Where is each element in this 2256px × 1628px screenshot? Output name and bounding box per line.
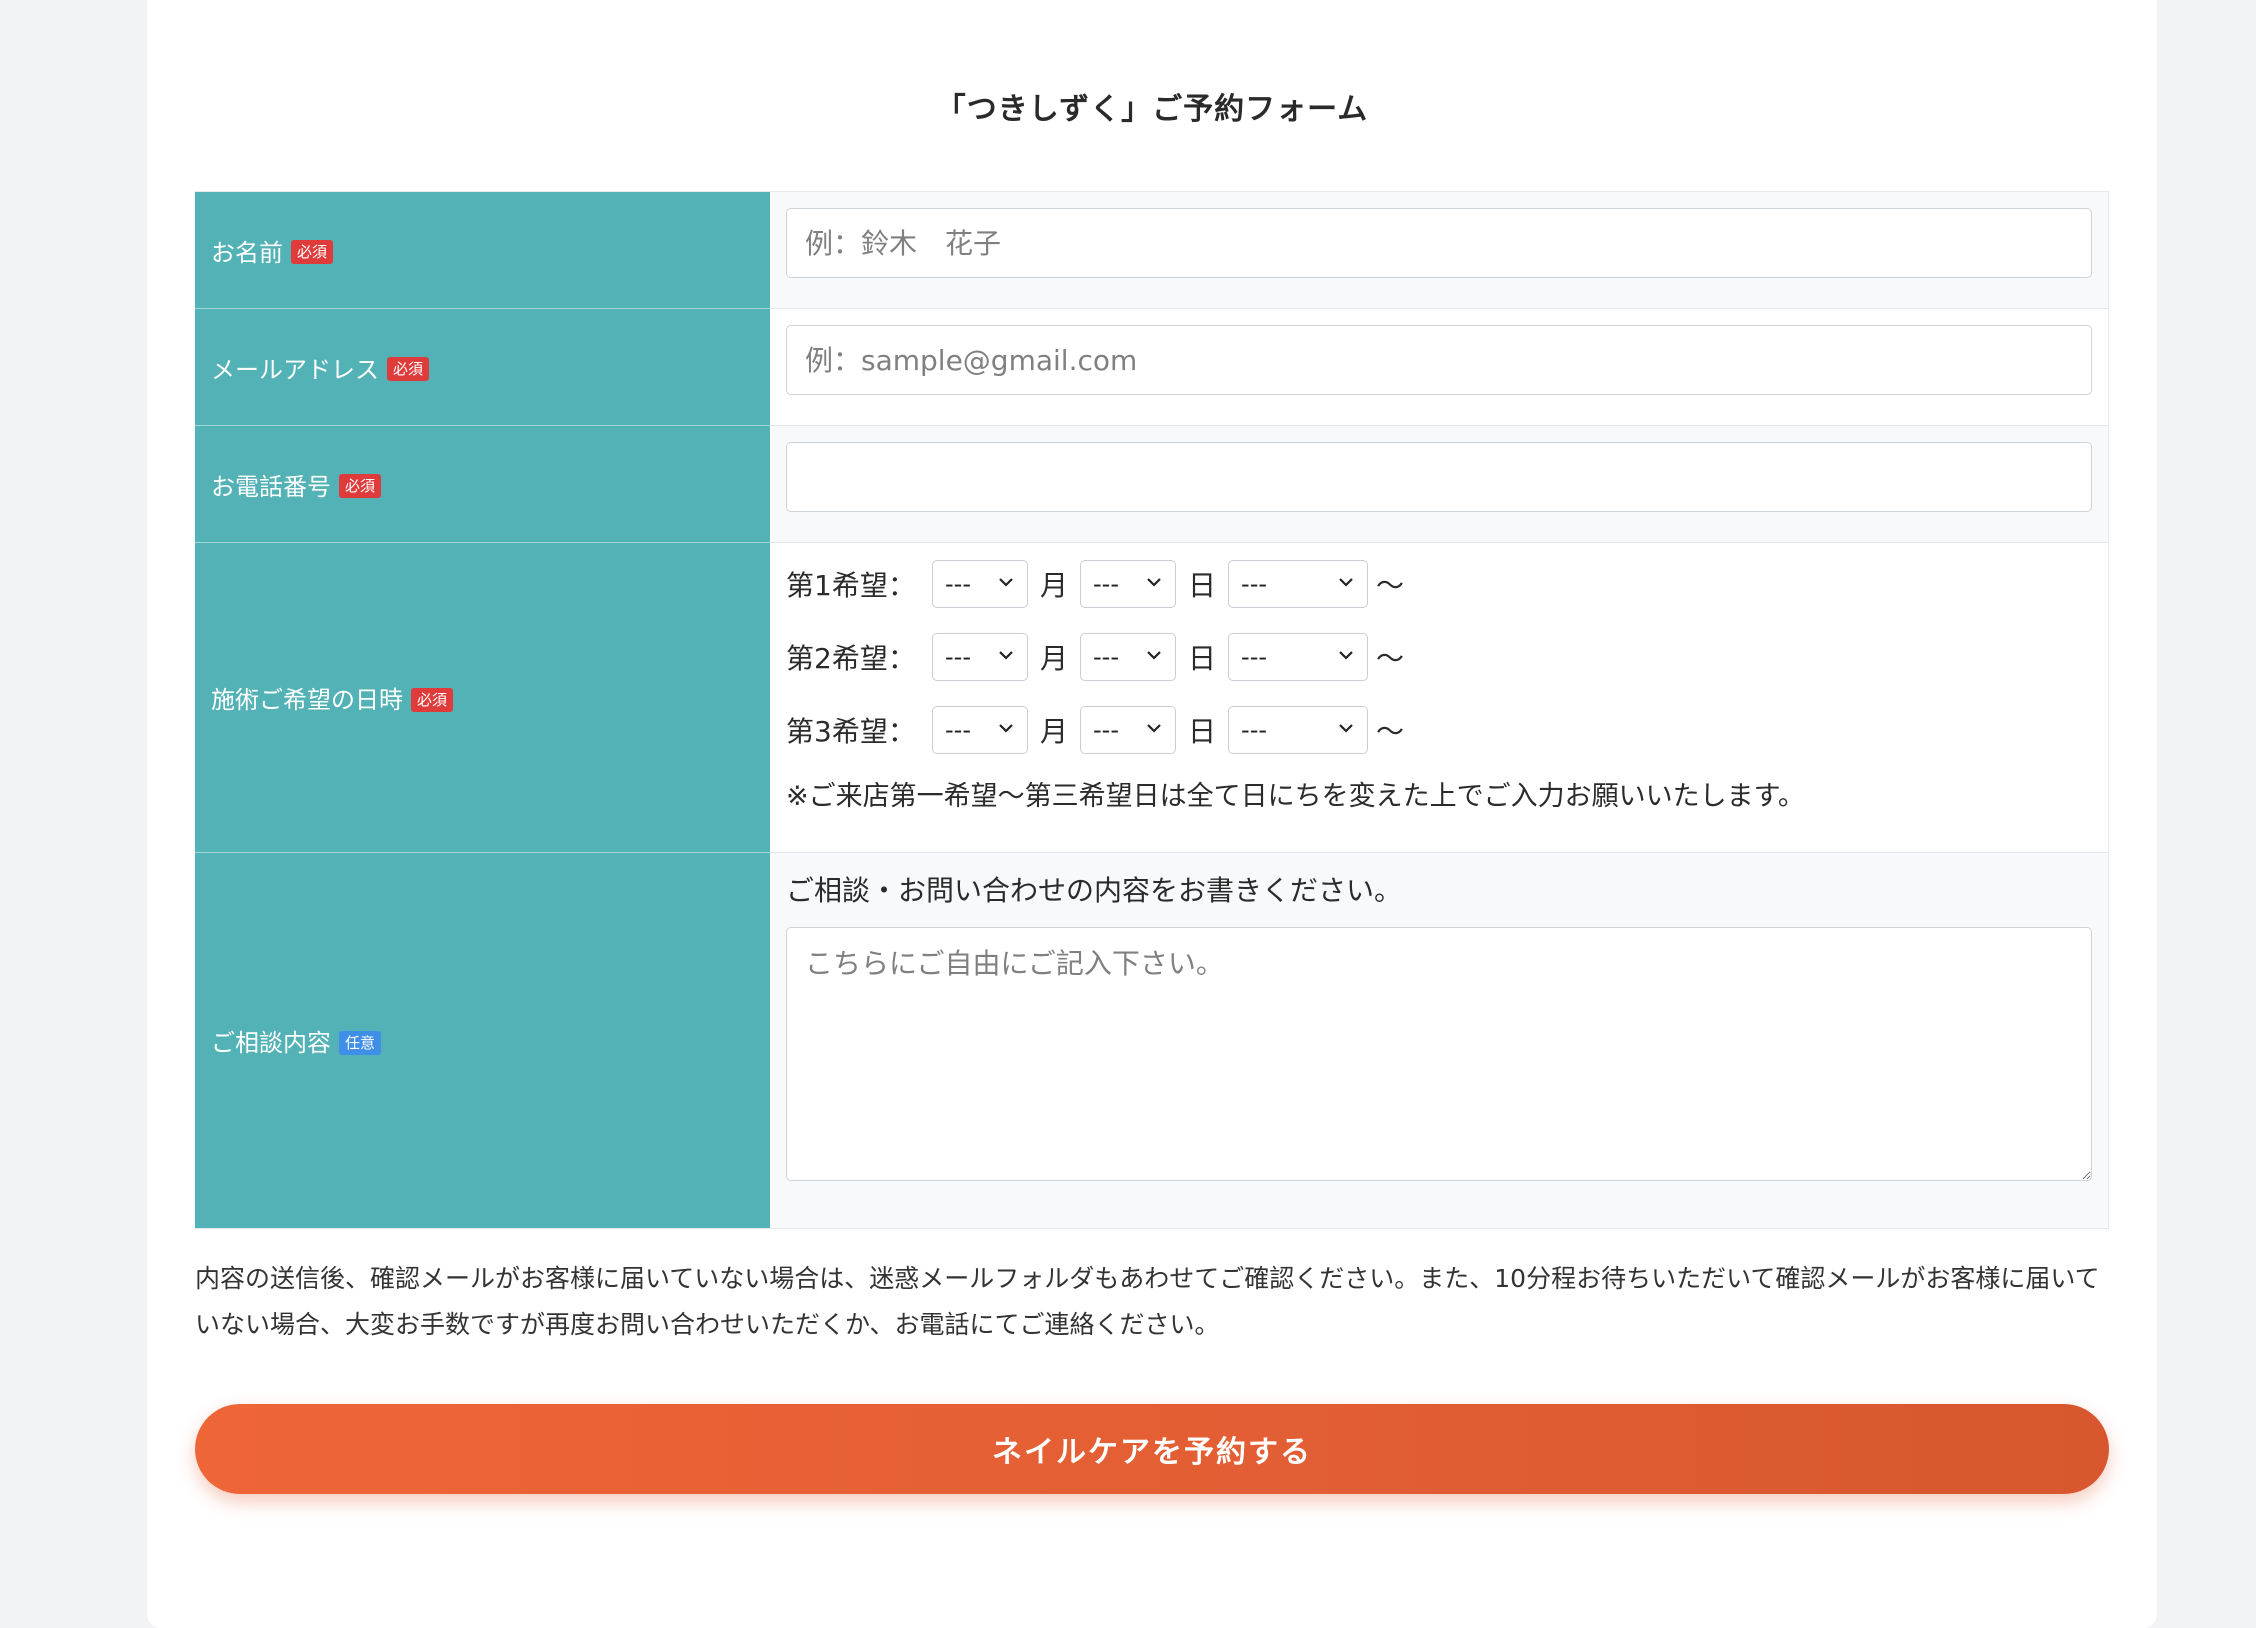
preference-2-day-select[interactable]: --- bbox=[1080, 633, 1177, 681]
email-field-cell bbox=[770, 309, 2109, 425]
preference-3-time-select[interactable]: --- bbox=[1228, 706, 1369, 754]
required-badge: 必須 bbox=[387, 357, 430, 381]
form-row-email: メールアドレス 必須 bbox=[195, 309, 2109, 426]
phone-input[interactable] bbox=[786, 442, 2092, 512]
preference-2-day-value: --- bbox=[1093, 643, 1119, 671]
day-unit: 日 bbox=[1188, 569, 1217, 602]
form-row-datetime: 施術ご希望の日時 必須 第1希望： --- 月 --- 日 --- 〜 第2希望… bbox=[195, 543, 2109, 853]
name-input[interactable] bbox=[786, 208, 2092, 278]
day-unit: 日 bbox=[1188, 642, 1217, 675]
datetime-label-cell: 施術ご希望の日時 必須 bbox=[195, 543, 770, 853]
preference-1-day-select[interactable]: --- bbox=[1080, 560, 1177, 608]
email-label: メールアドレス bbox=[211, 355, 379, 384]
preference-3-day-value: --- bbox=[1093, 716, 1119, 744]
consultation-label-cell: ご相談内容 任意 bbox=[195, 853, 770, 1228]
month-unit: 月 bbox=[1040, 715, 1069, 748]
chevron-down-icon bbox=[1147, 724, 1161, 733]
required-badge: 必須 bbox=[339, 474, 382, 498]
preference-1-time-value: --- bbox=[1241, 570, 1268, 598]
consultation-label: ご相談内容 bbox=[211, 1029, 331, 1057]
form-card: 「つきしずく」ご予約フォーム お名前 必須 メールアドレス 必須 bbox=[147, 0, 2157, 1628]
preference-1-time-select[interactable]: --- bbox=[1228, 560, 1369, 608]
name-label-cell: お名前 必須 bbox=[195, 192, 770, 309]
preference-1-month-select[interactable]: --- bbox=[932, 560, 1028, 608]
chevron-down-icon bbox=[999, 651, 1013, 660]
chevron-down-icon bbox=[1339, 724, 1353, 733]
preference-2-month-value: --- bbox=[945, 643, 971, 671]
preference-2-line: 第2希望： --- 月 --- 日 --- 〜 bbox=[786, 633, 2092, 681]
day-unit: 日 bbox=[1188, 715, 1217, 748]
form-row-name: お名前 必須 bbox=[195, 192, 2109, 309]
chevron-down-icon bbox=[1339, 651, 1353, 660]
preference-2-time-value: --- bbox=[1241, 643, 1268, 671]
chevron-down-icon bbox=[999, 724, 1013, 733]
email-label-cell: メールアドレス 必須 bbox=[195, 309, 770, 426]
preference-1-day-value: --- bbox=[1093, 570, 1119, 598]
reserve-nailcare-button[interactable]: ネイルケアを予約する bbox=[195, 1404, 2109, 1494]
tilde: 〜 bbox=[1376, 642, 1405, 675]
preference-1-line: 第1希望： --- 月 --- 日 --- 〜 bbox=[786, 560, 2092, 608]
form-row-phone: お電話番号 必須 bbox=[195, 426, 2109, 543]
datetime-field-cell: 第1希望： --- 月 --- 日 --- 〜 第2希望： --- 月 --- … bbox=[770, 543, 2109, 852]
confirmation-notice: 内容の送信後、確認メールがお客様に届いていない場合は、迷惑メールフォルダもあわせ… bbox=[195, 1264, 2100, 1339]
preference-3-month-select[interactable]: --- bbox=[932, 706, 1028, 754]
optional-badge: 任意 bbox=[339, 1030, 382, 1055]
consultation-prompt: ご相談・お問い合わせの内容をお書きください。 bbox=[786, 874, 1403, 907]
preference-1-label: 第1希望： bbox=[786, 569, 916, 602]
tilde: 〜 bbox=[1376, 715, 1405, 748]
consultation-textarea[interactable] bbox=[786, 927, 2092, 1181]
month-unit: 月 bbox=[1040, 569, 1069, 602]
form-title: 「つきしずく」ご予約フォーム bbox=[935, 92, 1369, 127]
datetime-label: 施術ご希望の日時 bbox=[211, 686, 403, 714]
preference-3-label: 第3希望： bbox=[786, 715, 916, 748]
preference-2-time-select[interactable]: --- bbox=[1228, 633, 1369, 681]
preference-3-day-select[interactable]: --- bbox=[1080, 706, 1177, 754]
month-unit: 月 bbox=[1040, 642, 1069, 675]
chevron-down-icon bbox=[1339, 578, 1353, 587]
preference-2-month-select[interactable]: --- bbox=[932, 633, 1028, 681]
preference-1-month-value: --- bbox=[945, 570, 971, 598]
preference-3-month-value: --- bbox=[945, 716, 971, 744]
required-badge: 必須 bbox=[291, 240, 334, 264]
preference-3-line: 第3希望： --- 月 --- 日 --- 〜 bbox=[786, 706, 2092, 754]
phone-label: お電話番号 bbox=[211, 472, 331, 501]
reservation-form-table: お名前 必須 メールアドレス 必須 お電話番号 必須 bbox=[195, 191, 2109, 1229]
phone-label-cell: お電話番号 必須 bbox=[195, 426, 770, 543]
preference-3-time-value: --- bbox=[1241, 716, 1268, 744]
chevron-down-icon bbox=[999, 578, 1013, 587]
email-input[interactable] bbox=[786, 325, 2092, 395]
form-row-consultation: ご相談内容 任意 ご相談・お問い合わせの内容をお書きください。 bbox=[195, 853, 2109, 1229]
chevron-down-icon bbox=[1147, 651, 1161, 660]
name-field-cell bbox=[770, 192, 2109, 308]
name-label: お名前 bbox=[211, 238, 283, 267]
preference-2-label: 第2希望： bbox=[786, 642, 916, 675]
tilde: 〜 bbox=[1376, 569, 1405, 602]
phone-field-cell bbox=[770, 426, 2109, 542]
chevron-down-icon bbox=[1147, 578, 1161, 587]
required-badge: 必須 bbox=[411, 687, 454, 712]
consultation-field-cell: ご相談・お問い合わせの内容をお書きください。 bbox=[770, 853, 2109, 1228]
date-note: ※ご来店第一希望〜第三希望日は全て日にちを変えた上でご入力お願いいたします。 bbox=[786, 781, 1805, 812]
